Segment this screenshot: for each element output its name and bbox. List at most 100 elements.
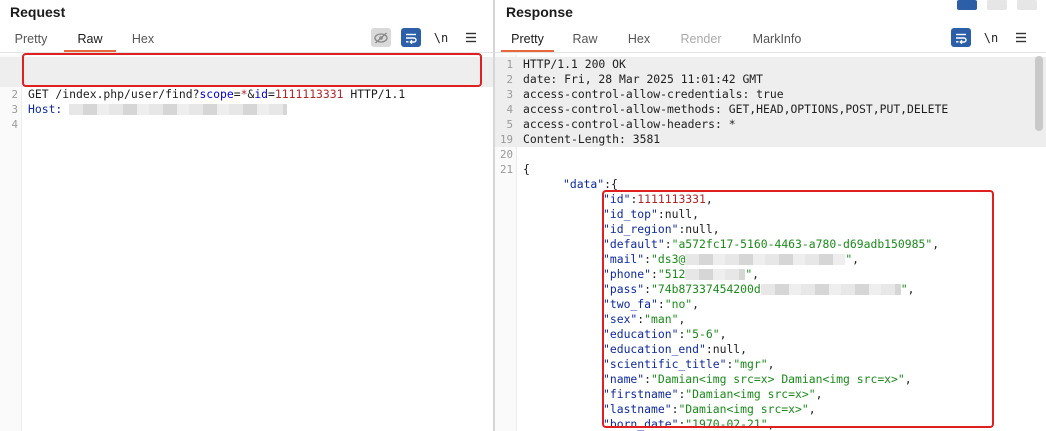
json-key: "scientific_title"	[603, 357, 727, 371]
response-header-text: {	[523, 162, 530, 176]
response-line-code: "default":"a572fc17-5160-4463-a780-d69ad…	[603, 237, 939, 252]
json-punct: ,	[692, 297, 700, 311]
response-line: "phone":"512 ",	[495, 267, 1046, 282]
json-value: "Damian<img src=x>"	[685, 387, 816, 401]
tabs-divider	[0, 52, 493, 53]
request-editor[interactable]: 1 GET /index.php/user/find?scope=*&id=11…	[0, 55, 493, 431]
json-punct: ,	[907, 282, 915, 296]
newline-toggle-icon[interactable]: \n	[431, 28, 451, 47]
response-editor[interactable]: 1 HTTP/1.1 200 OK 2 date: Fri, 28 Mar 2025 …	[495, 55, 1046, 431]
tab-render[interactable]: Render	[672, 31, 730, 52]
json-value: "no"	[664, 297, 693, 311]
response-title: Response	[506, 4, 573, 20]
tabs-divider	[495, 52, 1046, 53]
json-punct: ,	[712, 222, 720, 236]
line-number: 21	[499, 163, 513, 176]
response-line-code: "scientific_title":"mgr",	[603, 357, 774, 372]
tab-raw[interactable]: Raw	[64, 31, 116, 52]
view-layout-icon[interactable]	[1017, 0, 1037, 10]
response-line-code: "id_region":null,	[603, 222, 720, 237]
json-punct: :	[664, 237, 672, 251]
json-key: "born_date"	[603, 417, 679, 431]
line-number: 3	[506, 88, 513, 101]
line-number: 4	[11, 118, 18, 131]
response-line-code: "education":"5-6",	[603, 327, 726, 342]
response-header-text: access-control-allow-methods: GET,HEAD,O…	[523, 102, 949, 116]
line-number: 4	[506, 103, 513, 116]
menu-icon[interactable]	[1011, 28, 1031, 47]
response-header-text: HTTP/1.1 200 OK	[523, 57, 626, 71]
response-line: "mail":"ds3@ ",	[495, 252, 1046, 267]
request-line: 2 Host:	[0, 72, 493, 116]
json-value: "1970-02-21"	[685, 417, 768, 431]
json-key: "mail"	[603, 252, 645, 266]
view-layout-icon[interactable]	[957, 0, 977, 10]
json-value: null	[685, 222, 713, 236]
response-pane: Response Pretty Raw Hex Render MarkInfo …	[495, 0, 1046, 431]
response-header-text: access-control-allow-credentials: true	[523, 87, 784, 101]
json-punct: ,	[815, 387, 823, 401]
json-punct: ,	[932, 237, 940, 251]
json-punct: ,	[767, 357, 775, 371]
wrap-lines-icon[interactable]	[401, 28, 421, 47]
line-number: 19	[499, 133, 513, 146]
response-line: 19 Content-Length: 3581	[495, 132, 1046, 147]
response-line-code: "name":"Damian<img src=x> Damian<img src…	[603, 372, 912, 387]
scrollbar[interactable]	[1035, 56, 1043, 131]
json-value: "ds3@	[651, 252, 686, 266]
json-key: "education"	[603, 327, 679, 341]
json-key: "data"	[563, 177, 605, 191]
tab-hex[interactable]: Hex	[616, 31, 662, 52]
response-line: "data":{	[495, 177, 1046, 192]
response-line: "firstname":"Damian<img src=x>",	[495, 387, 1046, 402]
response-line: "education":"5-6",	[495, 327, 1046, 342]
response-line: 1 HTTP/1.1 200 OK	[495, 57, 1046, 72]
request-title: Request	[10, 4, 66, 20]
tab-hex[interactable]: Hex	[120, 31, 166, 52]
line-number: 5	[506, 118, 513, 131]
line-number: 1	[506, 58, 513, 71]
response-line: "default":"a572fc17-5160-4463-a780-d69ad…	[495, 237, 1046, 252]
hide-eye-icon[interactable]	[371, 28, 391, 47]
json-key: "id"	[603, 192, 631, 206]
tab-raw[interactable]: Raw	[562, 31, 608, 52]
json-punct: :	[644, 372, 652, 386]
json-punct: ,	[678, 312, 686, 326]
view-layout-icon[interactable]	[987, 0, 1007, 10]
json-punct: :	[705, 342, 713, 356]
tab-pretty[interactable]: Pretty	[501, 31, 554, 52]
wrap-lines-icon[interactable]	[951, 28, 971, 47]
response-line: 20	[495, 147, 1046, 162]
response-line-code: "id":1111113331,	[603, 192, 713, 207]
json-punct: ,	[692, 207, 700, 221]
json-punct: :	[657, 207, 665, 221]
json-punct: ,	[752, 267, 760, 281]
json-value: "mgr"	[733, 357, 768, 371]
json-value: "5-6"	[685, 327, 720, 341]
line-number: 20	[499, 148, 513, 161]
tab-pretty[interactable]: Pretty	[8, 31, 54, 52]
tab-markinfo[interactable]: MarkInfo	[745, 31, 809, 52]
json-punct: :	[644, 252, 652, 266]
response-line: "name":"Damian<img src=x> Damian<img src…	[495, 372, 1046, 387]
newline-toggle-icon[interactable]: \n	[981, 28, 1001, 47]
response-line-code: "firstname":"Damian<img src=x>",	[603, 387, 822, 402]
json-punct: ,	[719, 327, 727, 341]
response-line: "education_end":null,	[495, 342, 1046, 357]
json-punct: ,	[852, 252, 860, 266]
menu-icon[interactable]	[461, 28, 481, 47]
json-value: null	[664, 207, 693, 221]
json-punct: :	[657, 297, 665, 311]
json-punct: ,	[705, 192, 713, 206]
newline-label: \n	[433, 30, 449, 45]
response-line: "sex":"man",	[495, 312, 1046, 327]
json-value: "	[900, 282, 908, 296]
response-line: 5 access-control-allow-headers: *	[495, 117, 1046, 132]
json-punct: :	[644, 282, 652, 296]
json-value: "512	[657, 267, 686, 281]
response-line-code: "sex":"man",	[603, 312, 685, 327]
response-line-code: "born_date":"1970-02-21",	[603, 417, 774, 431]
json-key: "two_fa"	[603, 297, 658, 311]
request-pane: Request Pretty Raw Hex \n 1 GET /index.p…	[0, 0, 493, 431]
json-punct: ,	[808, 402, 816, 416]
